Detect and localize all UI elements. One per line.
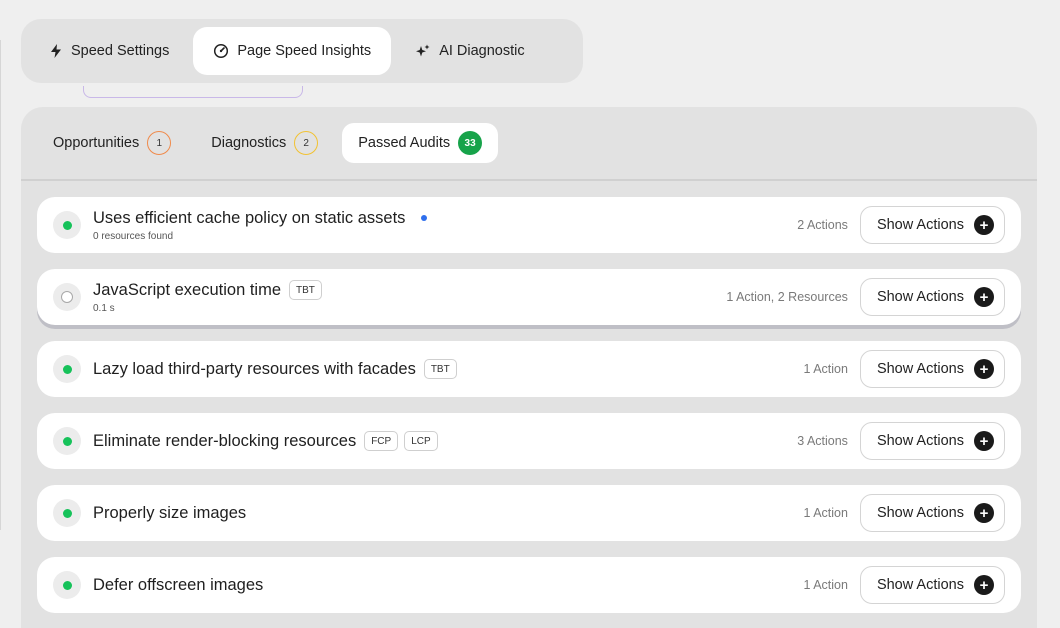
audits-panel: Opportunities 1 Diagnostics 2 Passed Aud… (21, 107, 1037, 628)
action-count: 3 Actions (797, 434, 848, 448)
neutral-ring-icon (61, 291, 73, 303)
status-indicator (53, 427, 81, 455)
count-badge: 33 (458, 131, 483, 155)
gauge-icon (213, 43, 229, 59)
action-count: 2 Actions (797, 218, 848, 232)
show-actions-button[interactable]: Show Actions + (859, 206, 1005, 244)
action-count: 1 Action (803, 506, 848, 520)
audit-row[interactable]: Properly size images 1 Action Show Actio… (37, 485, 1021, 541)
passed-dot-icon (62, 220, 72, 230)
tab-ai-diagnostic[interactable]: AI Diagnostic (395, 27, 544, 75)
metric-tag: FCP (364, 431, 399, 451)
passed-dot-icon (62, 508, 72, 518)
count-badge: 2 (294, 131, 319, 155)
status-indicator (53, 283, 81, 311)
audit-row[interactable]: Lazy load third-party resources with fac… (37, 341, 1021, 397)
divider (21, 179, 1037, 181)
tab-label: Speed Settings (71, 43, 170, 59)
button-label: Show Actions (876, 361, 964, 377)
tab-label: AI Diagnostic (439, 43, 525, 59)
audit-subtitle: 0.1 s (93, 303, 115, 314)
audit-title: Defer offscreen images (93, 575, 264, 594)
plus-icon: + (974, 575, 994, 595)
audit-title: Lazy load third-party resources with fac… (93, 359, 416, 378)
plus-icon: + (974, 287, 994, 307)
tab-connector-line (83, 86, 303, 98)
tab-label: Diagnostics (211, 135, 287, 151)
status-indicator (53, 211, 81, 239)
audit-row[interactable]: Uses efficient cache policy on static as… (37, 197, 1021, 253)
action-count: 1 Action (803, 578, 848, 592)
passed-dot-icon (62, 580, 72, 590)
show-actions-button[interactable]: Show Actions + (859, 566, 1005, 604)
tab-label: Opportunities (53, 135, 140, 151)
plus-icon: + (974, 431, 994, 451)
audit-title: Properly size images (93, 503, 247, 522)
button-label: Show Actions (876, 289, 964, 305)
tab-page-speed-insights[interactable]: Page Speed Insights (193, 27, 392, 75)
tab-passed-audits[interactable]: Passed Audits 33 (342, 123, 499, 163)
audit-row[interactable]: Eliminate render-blocking resources FCP … (37, 413, 1021, 469)
audit-row[interactable]: JavaScript execution time TBT 0.1 s 1 Ac… (37, 269, 1021, 325)
action-count: 1 Action, 2 Resources (726, 290, 848, 304)
button-label: Show Actions (876, 577, 964, 593)
metric-tag: TBT (423, 359, 457, 379)
metric-tag: LCP (404, 431, 438, 451)
tab-opportunities[interactable]: Opportunities 1 (37, 123, 187, 163)
top-tab-bar: Speed Settings Page Speed Insights AI Di… (21, 19, 583, 83)
tab-label: Passed Audits (358, 135, 451, 151)
audit-title: Uses efficient cache policy on static as… (93, 208, 406, 227)
show-actions-button[interactable]: Show Actions + (859, 494, 1005, 532)
tab-speed-settings[interactable]: Speed Settings (29, 27, 189, 75)
show-actions-button[interactable]: Show Actions + (859, 278, 1005, 316)
left-border (0, 40, 1, 530)
plus-icon: + (974, 215, 994, 235)
count-badge: 1 (147, 131, 172, 155)
passed-dot-icon (62, 364, 72, 374)
button-label: Show Actions (876, 433, 964, 449)
new-indicator-dot-icon (421, 215, 428, 221)
button-label: Show Actions (876, 217, 964, 233)
audit-title: Eliminate render-blocking resources (93, 431, 357, 450)
audit-row[interactable]: Defer offscreen images 1 Action Show Act… (37, 557, 1021, 613)
tab-diagnostics[interactable]: Diagnostics 2 (195, 123, 334, 163)
metric-tag: TBT (289, 280, 322, 300)
audit-title: JavaScript execution time (93, 280, 282, 299)
show-actions-button[interactable]: Show Actions + (859, 422, 1005, 460)
show-actions-button[interactable]: Show Actions + (859, 350, 1005, 388)
lightning-icon (49, 43, 63, 59)
sparkle-icon (415, 43, 431, 59)
status-indicator (53, 499, 81, 527)
status-indicator (53, 571, 81, 599)
audit-subtitle: 0 resources found (93, 230, 174, 242)
action-count: 1 Action (803, 362, 848, 376)
tab-label: Page Speed Insights (237, 43, 372, 59)
plus-icon: + (974, 503, 994, 523)
plus-icon: + (974, 359, 994, 379)
button-label: Show Actions (876, 505, 964, 521)
passed-dot-icon (62, 436, 72, 446)
audit-category-tabs: Opportunities 1 Diagnostics 2 Passed Aud… (37, 123, 499, 163)
status-indicator (53, 355, 81, 383)
